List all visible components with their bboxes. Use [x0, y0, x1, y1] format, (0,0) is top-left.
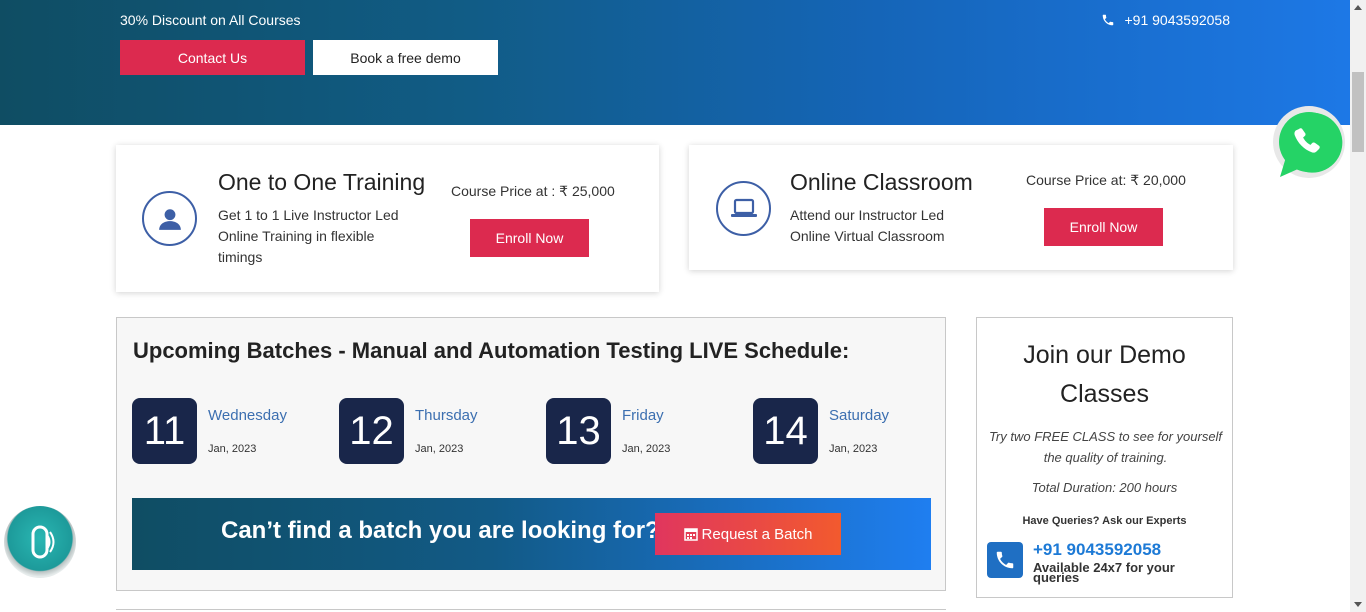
card-description: Get 1 to 1 Live Instructor Led Online Tr…: [218, 207, 399, 265]
queries-label: Have Queries? Ask our Experts: [1022, 515, 1187, 527]
batch-date-item[interactable]: 14 Saturday Jan, 2023: [753, 398, 943, 464]
enroll-now-button[interactable]: Enroll Now: [470, 219, 589, 257]
course-price: Course Price at: ₹ 20,000: [1026, 172, 1186, 188]
phone-icon: [31, 525, 55, 559]
user-icon: [142, 191, 197, 246]
whatsapp-icon[interactable]: [1270, 105, 1348, 183]
hero-banner: 30% Discount on All Courses Contact Us B…: [0, 0, 1350, 125]
header-phone-number: +91 9043592058: [1124, 12, 1231, 28]
batch-date-item[interactable]: 11 Wednesday Jan, 2023: [132, 398, 322, 464]
header-phone[interactable]: +91 9043592058: [1101, 12, 1231, 28]
demo-duration: Total Duration: 200 hours: [1031, 480, 1178, 495]
demo-tagline: Try two FREE CLASS to see for yourself t…: [988, 429, 1223, 465]
date-day: Wednesday: [208, 407, 287, 424]
scroll-up-arrow[interactable]: [1354, 5, 1362, 10]
date-day: Saturday: [829, 407, 890, 424]
date-day: Thursday: [415, 407, 478, 424]
demo-title: Join our Demo Classes: [1023, 341, 1186, 408]
demo-classes-panel: Join our Demo Classes Try two FREE CLASS…: [976, 317, 1233, 598]
laptop-icon: [716, 181, 771, 236]
batch-date-item[interactable]: 12 Thursday Jan, 2023: [339, 398, 529, 464]
phone-icon: [1102, 14, 1113, 26]
demo-phone-number[interactable]: +91 9043592058: [1033, 540, 1161, 560]
contact-us-button[interactable]: Contact Us: [120, 40, 305, 75]
upcoming-batches-panel: Upcoming Batches - Manual and Automation…: [116, 317, 946, 591]
scrollbar-thumb[interactable]: [1352, 72, 1364, 152]
page-scrollbar[interactable]: [1350, 0, 1366, 612]
request-batch-label: Request a Batch: [701, 525, 813, 543]
batches-heading: Upcoming Batches - Manual and Automation…: [133, 338, 850, 363]
batch-request-banner: Can’t find a batch you are looking for? …: [132, 498, 931, 570]
availability-text: Available 24x7 for your queries: [1033, 560, 1175, 585]
date-number: 12: [339, 398, 404, 464]
date-number: 13: [546, 398, 611, 464]
enroll-now-button[interactable]: Enroll Now: [1044, 208, 1163, 246]
card-title: One to One Training: [218, 169, 426, 195]
date-month: Jan, 2023: [622, 443, 671, 455]
calendar-icon: [683, 528, 698, 541]
card-description: Attend our Instructor Led Online Virtual…: [790, 207, 945, 244]
card-title: Online Classroom: [790, 169, 973, 195]
divider: [116, 609, 946, 610]
phone-icon: [987, 542, 1023, 578]
scroll-down-arrow[interactable]: [1354, 602, 1362, 607]
online-classroom-card: Online Classroom Attend our Instructor L…: [689, 145, 1233, 270]
date-day: Friday: [622, 407, 664, 424]
cta-text: Can’t find a batch you are looking for?: [221, 517, 660, 544]
book-demo-button[interactable]: Book a free demo: [313, 40, 498, 75]
date-month: Jan, 2023: [208, 443, 257, 455]
date-month: Jan, 2023: [829, 443, 878, 455]
call-button[interactable]: [4, 506, 76, 578]
promo-text: 30% Discount on All Courses: [120, 12, 301, 28]
one-to-one-card: One to One Training Get 1 to 1 Live Inst…: [116, 145, 659, 292]
course-price: Course Price at : ₹ 25,000: [451, 183, 615, 199]
batch-date-item[interactable]: 13 Friday Jan, 2023: [546, 398, 736, 464]
date-number: 11: [132, 398, 197, 464]
date-month: Jan, 2023: [415, 443, 464, 455]
request-batch-button[interactable]: Request a Batch: [655, 513, 841, 555]
date-number: 14: [753, 398, 818, 464]
